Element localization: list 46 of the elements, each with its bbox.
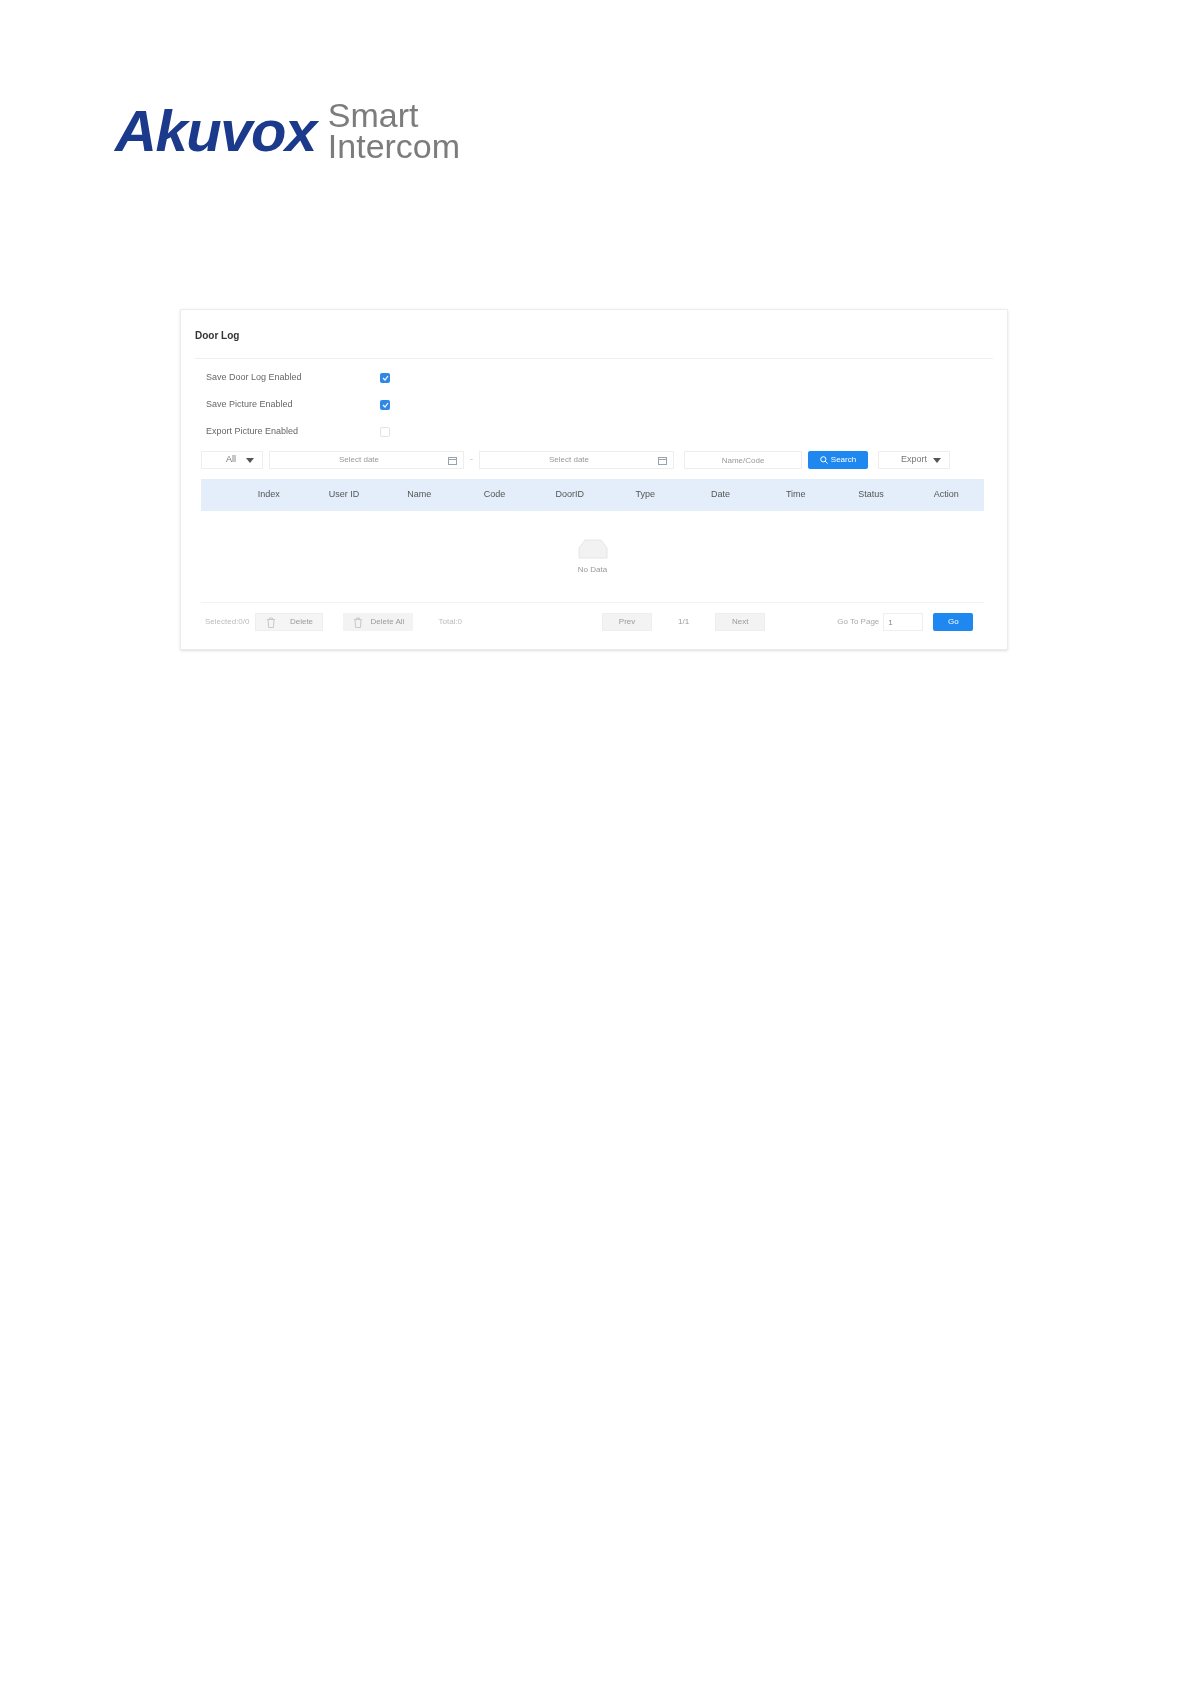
setting-label: Save Door Log Enabled xyxy=(206,371,303,385)
trash-icon xyxy=(352,616,363,628)
search-button[interactable]: Search xyxy=(808,451,868,470)
caret-icon xyxy=(246,457,254,463)
setting-label: Save Picture Enabled xyxy=(206,398,294,412)
checkbox[interactable] xyxy=(380,400,390,411)
column-header: DoorID xyxy=(554,488,586,502)
column-header: Name xyxy=(406,488,433,502)
check-icon xyxy=(381,402,389,409)
delete-button[interactable]: Delete xyxy=(255,613,324,632)
logo-tagline: Smart xyxy=(327,100,420,131)
check-icon xyxy=(381,375,389,382)
column-header: User ID xyxy=(327,488,361,502)
caret-icon xyxy=(933,457,941,463)
delete-all-button[interactable]: Delete All xyxy=(343,613,414,632)
column-header: Status xyxy=(857,488,885,502)
go-to-page-label: Go To Page xyxy=(837,616,880,629)
column-header: Action xyxy=(932,488,960,502)
column-header: Type xyxy=(634,488,656,502)
name-code-field[interactable]: Name/Code xyxy=(684,451,802,470)
trash-icon xyxy=(265,616,276,628)
column-header: Index xyxy=(256,488,281,502)
logo-tagline: Intercom xyxy=(327,130,461,162)
total-count: Total:0 xyxy=(438,616,463,629)
setting-label: Export Picture Enabled xyxy=(206,425,300,439)
column-header: Date xyxy=(709,488,731,502)
date-separator: - xyxy=(470,453,473,467)
search-icon xyxy=(819,456,828,465)
start-date-field[interactable]: Select date xyxy=(269,451,464,470)
checkbox[interactable] xyxy=(380,373,390,384)
selected-count: Selected:0/0 xyxy=(205,616,250,629)
panel-title: Door Log xyxy=(195,330,240,342)
go-button[interactable]: Go xyxy=(933,613,974,632)
empty-message: No Data xyxy=(577,563,608,576)
page-indicator: 1/1 xyxy=(678,616,690,629)
column-header: Time xyxy=(784,488,807,502)
type-dropdown[interactable]: All xyxy=(201,451,263,470)
column-header: Code xyxy=(482,488,507,502)
export-dropdown[interactable]: Export xyxy=(878,451,950,470)
calendar-icon xyxy=(658,455,667,465)
end-date-field[interactable]: Select date xyxy=(479,451,674,470)
page-number-field[interactable]: 1 xyxy=(883,613,924,632)
calendar-icon xyxy=(448,455,457,465)
next-button[interactable]: Next xyxy=(715,613,766,632)
checkbox[interactable] xyxy=(380,427,390,438)
prev-button[interactable]: Prev xyxy=(602,613,653,632)
